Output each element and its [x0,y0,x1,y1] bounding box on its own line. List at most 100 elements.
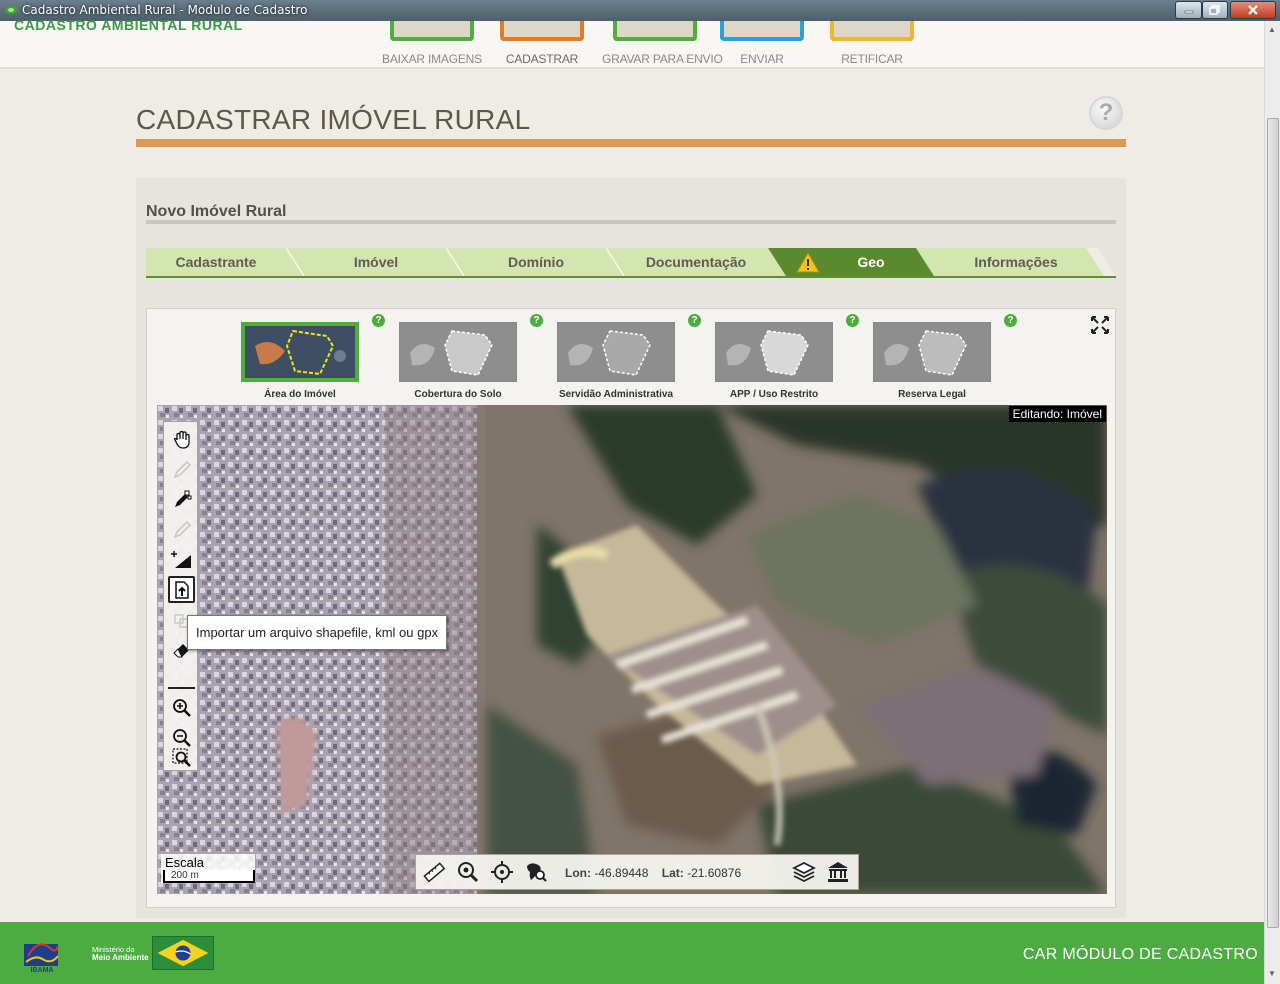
step-retificar[interactable]: RETIFICAR [820,21,924,66]
tab-end-cap [1086,248,1116,276]
map-bottom-toolbar: Lon: -46.89448 Lat: -21.60876 [415,854,859,890]
layer-cobertura-solo[interactable]: Cobertura do Solo [399,322,517,400]
area-imovel-thumb-icon [245,326,355,378]
step-gravar-para-envio[interactable]: GRAVAR PARA ENVIO [602,21,723,66]
tab-dominio[interactable]: Domínio [466,248,606,276]
tab-separator [606,248,624,276]
panel-divider [146,220,1116,224]
ibama-text: IBAMA [31,967,54,974]
footer: IBAMA Ministério do Meio Ambiente CAR MÓ… [0,922,1264,984]
main-panel: Novo Imóvel Rural Cadastrante Imóvel Dom… [136,178,1126,918]
vertical-scrollbar[interactable]: ▲ ▼ [1264,21,1280,984]
help-badge-cobertura[interactable]: ? [530,314,543,327]
step-icon-register [500,21,584,41]
mma-big-text: Meio Ambiente [92,953,149,962]
warning-icon [796,252,820,273]
window-title: Cadastro Ambiental Rural - Modulo de Cad… [22,3,308,17]
reserva-thumb-icon [874,323,990,381]
step-label: RETIFICAR [841,52,903,66]
cut-icon [173,520,191,538]
minimize-icon [1184,10,1193,14]
help-badge-servidao[interactable]: ? [688,314,701,327]
toolbar-divider [168,687,195,689]
layer-thumbnail [715,322,833,382]
step-label: GRAVAR PARA ENVIO [602,52,723,66]
servidao-thumb-icon [558,323,674,381]
zoom-in-tool[interactable] [168,694,195,721]
minimize-button[interactable] [1175,1,1202,19]
panel-title: Novo Imóvel Rural [146,203,287,220]
import-file-icon [174,580,189,599]
restore-icon [1209,5,1220,15]
add-area-tool[interactable] [168,546,195,573]
step-label: ENVIAR [740,52,784,66]
page-title: CADASTRAR IMÓVEL RURAL [136,104,531,135]
scrollbar-thumb[interactable] [1267,118,1279,928]
lat-value: -21.60876 [687,866,742,880]
zoom-extent-icon [171,747,191,767]
layer-app-uso-restrito[interactable]: APP / Uso Restrito [715,322,833,400]
step-icon-rectify [830,21,914,41]
step-label: BAIXAR IMAGENS [382,52,482,66]
tab-separator [446,248,464,276]
tab-separator [286,248,304,276]
layer-thumbnail [873,322,991,382]
tab-documentacao[interactable]: Documentação [626,248,766,276]
maximize-button[interactable] [1202,1,1228,19]
layer-area-imovel[interactable]: Área do Imóvel [241,322,359,400]
import-tooltip: Importar um arquivo shapefile, kml ou gp… [187,615,448,650]
geo-editor: Área do Imóvel ? Cobertura do Solo ? Ser… [146,308,1116,908]
coordinates-readout: Lon: -46.89448 Lat: -21.60876 [565,866,741,880]
tab-informacoes[interactable]: Informações [946,248,1086,276]
brazil-map-search-icon[interactable] [524,860,548,884]
scroll-up-icon[interactable]: ▲ [1268,25,1276,34]
step-icon-save [613,21,697,41]
step-icon-download [390,21,474,41]
app-thumb-icon [716,323,832,381]
satellite-map[interactable]: Editando: Imóvel Importar um arquivo sha… [157,405,1107,894]
locate-crosshair-icon[interactable] [490,860,514,884]
scale-bar: 200 m [163,870,255,883]
tab-cadastrante[interactable]: Cadastrante [146,248,286,276]
layer-label: Cobertura do Solo [414,389,502,400]
scroll-down-icon[interactable]: ▼ [1268,969,1276,978]
close-button[interactable] [1230,1,1276,19]
institution-building-icon[interactable] [826,860,850,884]
zoom-extent-tool[interactable] [168,744,195,771]
step-enviar[interactable]: ENVIAR [710,21,814,66]
cut-tool[interactable] [168,516,195,543]
layer-label: APP / Uso Restrito [729,389,819,400]
search-zoom-icon[interactable] [456,860,480,884]
layer-servidao-administrativa[interactable]: Servidão Administrativa [557,322,675,400]
measure-ruler-icon[interactable] [422,860,446,884]
title-underline [136,139,1126,147]
pan-hand-icon [173,430,190,449]
edit-vertices-tool[interactable] [168,486,195,513]
close-icon [1248,5,1258,15]
tab-imovel[interactable]: Imóvel [306,248,446,276]
layer-thumbnail [241,322,359,382]
help-badge-area[interactable]: ? [372,314,385,327]
app-header: CADASTRO AMBIENTAL RURAL BAIXAR IMAGENS … [0,20,1264,69]
import-file-tool[interactable] [168,576,195,603]
draw-pencil-icon [173,460,191,478]
step-cadastrar[interactable]: CADASTRAR [490,21,594,66]
add-area-icon [170,550,191,568]
fullscreen-icon[interactable] [1090,315,1110,335]
step-label: CADASTRAR [505,52,579,66]
layer-reserva-legal[interactable]: Reserva Legal [873,322,991,400]
cobertura-thumb-icon [400,323,516,381]
pan-tool[interactable] [168,426,195,453]
help-button[interactable]: ? [1089,96,1123,130]
draw-tool[interactable] [168,456,195,483]
app-leaf-icon [5,6,17,14]
layer-thumbnail [399,322,517,382]
brazil-flag-icon [152,936,214,970]
car-module-label: CAR MÓDULO DE CADASTRO [1022,946,1258,963]
layers-icon[interactable] [792,860,816,884]
help-badge-reserva[interactable]: ? [1004,314,1017,327]
tab-geo[interactable]: Geo [836,248,906,276]
step-baixar-imagens[interactable]: BAIXAR IMAGENS [380,21,484,66]
help-badge-app[interactable]: ? [846,314,859,327]
window-titlebar: Cadastro Ambiental Rural - Modulo de Cad… [0,0,1280,21]
